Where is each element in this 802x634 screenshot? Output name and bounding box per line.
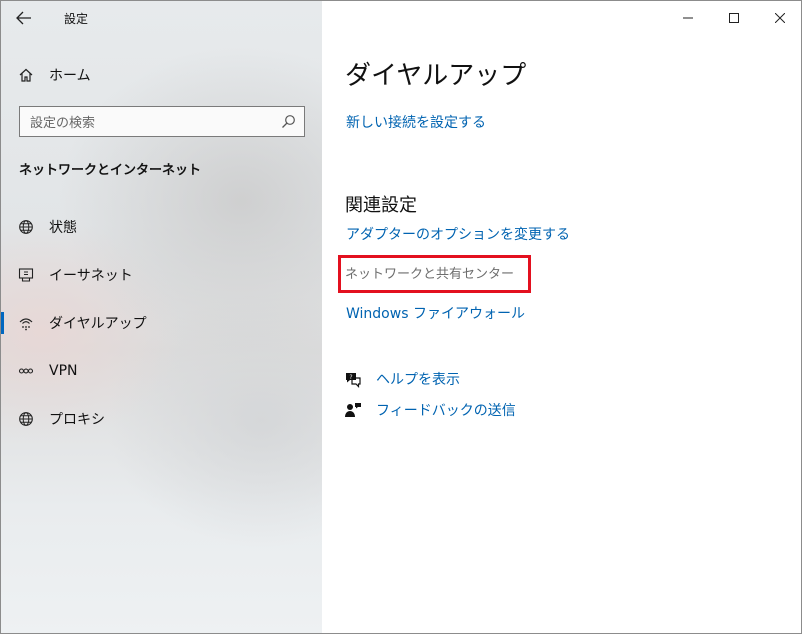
section-title: ネットワークとインターネット bbox=[19, 163, 202, 178]
search-input[interactable]: 設定の検索 bbox=[19, 106, 305, 137]
search-placeholder: 設定の検索 bbox=[30, 116, 96, 131]
app-title: 設定 bbox=[64, 12, 89, 26]
nav-item-status[interactable]: 状態 bbox=[1, 203, 322, 251]
back-button[interactable] bbox=[7, 3, 41, 33]
main-content: ダイヤルアップ 新しい接続を設定する 関連設定 アダプターのオプションを変更する… bbox=[322, 1, 801, 633]
nav-item-dialup[interactable]: ダイヤルアップ bbox=[1, 299, 322, 347]
send-feedback-link[interactable]: フィードバックの送信 bbox=[344, 400, 516, 420]
nav-item-proxy[interactable]: プロキシ bbox=[1, 395, 322, 443]
nav-item-label: イーサネット bbox=[49, 268, 133, 284]
page-title: ダイヤルアップ bbox=[345, 61, 527, 91]
globe-icon bbox=[18, 219, 34, 235]
svg-text:?: ? bbox=[349, 374, 352, 381]
vpn-icon bbox=[18, 363, 34, 379]
close-button[interactable] bbox=[757, 1, 801, 35]
settings-window: 設定 ホーム 設定の検索 ネットワークとインターネット 状態 イーサネット ダイ… bbox=[0, 0, 802, 634]
back-arrow-icon bbox=[16, 11, 31, 25]
nav-home-label: ホーム bbox=[49, 68, 91, 84]
feedback-icon bbox=[344, 401, 362, 419]
ethernet-icon bbox=[18, 267, 34, 283]
search-icon bbox=[282, 115, 295, 128]
network-sharing-center-link[interactable]: ネットワークと共有センター bbox=[345, 263, 514, 282]
windows-firewall-link[interactable]: Windows ファイアウォール bbox=[346, 303, 525, 323]
nav-item-label: 状態 bbox=[49, 220, 77, 236]
help-chat-icon: ? bbox=[344, 370, 362, 388]
nav-item-vpn[interactable]: VPN bbox=[1, 347, 322, 395]
nav-item-label: プロキシ bbox=[49, 412, 105, 428]
maximize-icon bbox=[729, 13, 739, 23]
globe-icon bbox=[18, 411, 34, 427]
dialup-icon bbox=[18, 315, 34, 331]
home-icon bbox=[18, 67, 34, 83]
send-feedback-label: フィードバックの送信 bbox=[376, 403, 516, 419]
nav-item-label: VPN bbox=[49, 363, 78, 379]
nav-list: 状態 イーサネット ダイヤルアップ VPN プロキシ bbox=[1, 203, 322, 443]
show-help-link[interactable]: ? ヘルプを表示 bbox=[344, 369, 460, 389]
title-bar: 設定 bbox=[1, 1, 322, 35]
close-icon bbox=[775, 13, 785, 23]
sidebar: 設定 ホーム 設定の検索 ネットワークとインターネット 状態 イーサネット ダイ… bbox=[1, 1, 322, 633]
window-controls bbox=[665, 1, 801, 35]
adapter-options-link[interactable]: アダプターのオプションを変更する bbox=[346, 224, 570, 244]
nav-home[interactable]: ホーム bbox=[1, 57, 322, 93]
show-help-label: ヘルプを表示 bbox=[376, 372, 460, 388]
nav-item-ethernet[interactable]: イーサネット bbox=[1, 251, 322, 299]
minimize-icon bbox=[683, 17, 693, 19]
maximize-button[interactable] bbox=[711, 1, 757, 35]
minimize-button[interactable] bbox=[665, 1, 711, 35]
nav-item-label: ダイヤルアップ bbox=[49, 316, 147, 332]
new-connection-link[interactable]: 新しい接続を設定する bbox=[346, 112, 486, 132]
related-settings-heading: 関連設定 bbox=[345, 195, 417, 216]
